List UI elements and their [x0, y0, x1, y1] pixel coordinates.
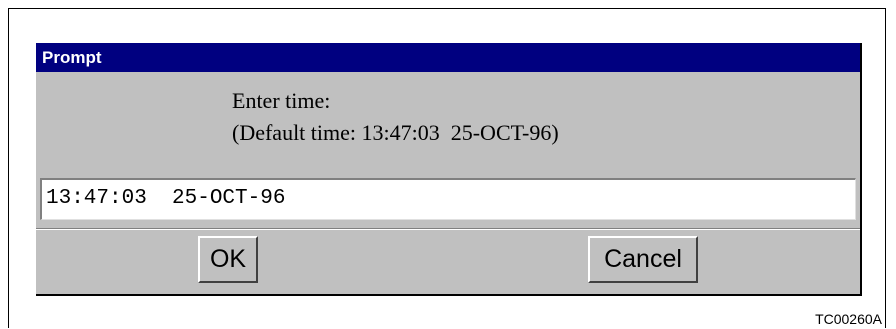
dialog-title: Prompt: [36, 43, 860, 72]
prompt-dialog: Prompt Enter time: (Default time: 13:47:…: [36, 43, 862, 296]
ok-button[interactable]: OK: [198, 236, 258, 283]
prompt-message: Enter time: (Default time: 13:47:03 25-O…: [232, 85, 559, 149]
prompt-message-line1: Enter time:: [232, 88, 331, 113]
cancel-button[interactable]: Cancel: [588, 236, 698, 283]
figure-code: TC00260A: [815, 311, 882, 327]
time-input[interactable]: 13:47:03 25-OCT-96: [40, 178, 856, 220]
dialog-separator: [36, 228, 860, 230]
prompt-message-line2: (Default time: 13:47:03 25-OCT-96): [232, 120, 559, 145]
